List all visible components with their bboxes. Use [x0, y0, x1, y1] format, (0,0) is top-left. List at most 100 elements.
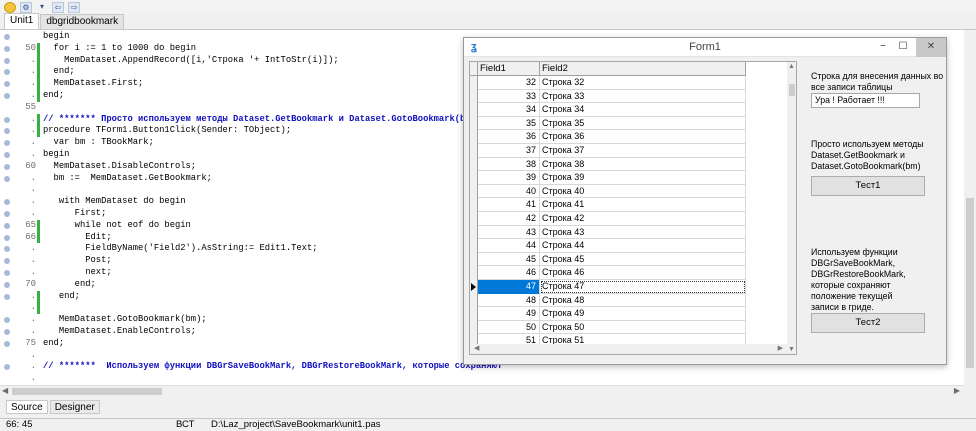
cell-field2[interactable]: Строка 35 [540, 116, 746, 131]
table-row[interactable]: 35 Строка 35 [470, 116, 746, 131]
cell-field1[interactable]: 33 [478, 89, 540, 104]
breakpoint-dot-icon[interactable] [4, 329, 10, 335]
code-line[interactable]: MemDataset.AppendRecord([i,'Строка '+ In… [43, 55, 339, 66]
cell-field1[interactable]: 44 [478, 239, 540, 253]
breakpoint-dot-icon[interactable] [4, 34, 10, 40]
column-header-field1[interactable]: Field1 [478, 62, 540, 76]
code-line[interactable]: procedure TForm1.Button1Click(Sender: TO… [43, 125, 291, 136]
table-row[interactable]: 38 Строка 38 [470, 157, 746, 172]
code-line[interactable]: Post; [43, 255, 111, 266]
code-line[interactable]: while not eof do begin [43, 220, 191, 231]
breakpoint-dot-icon[interactable] [4, 45, 10, 52]
cell-field2[interactable]: Строка 32 [540, 76, 746, 90]
grid-vertical-scrollbar[interactable]: ▲ ▼ [787, 62, 796, 354]
row-indicator[interactable] [470, 239, 478, 253]
cell-field1[interactable]: 38 [478, 157, 540, 172]
scroll-right-icon[interactable]: ▶ [778, 344, 783, 352]
row-indicator[interactable] [470, 280, 478, 294]
tab-source[interactable]: Source [6, 400, 48, 414]
run-icon[interactable] [4, 1, 16, 13]
cell-field2[interactable]: Строка 33 [540, 89, 746, 104]
cell-field1[interactable]: 34 [478, 103, 540, 117]
row-indicator[interactable] [470, 130, 478, 144]
maximize-button[interactable]: ☐ [892, 38, 914, 57]
gear-icon[interactable]: ⚙ [20, 1, 32, 13]
row-indicator[interactable] [470, 320, 478, 335]
row-indicator[interactable] [470, 212, 478, 226]
code-line[interactable]: First; [43, 208, 107, 219]
cell-field1[interactable]: 32 [478, 76, 540, 90]
form-title-bar[interactable]: ʓ Form1 − ☐ ✕ [464, 38, 946, 57]
code-line[interactable]: MemDataset.First; [43, 78, 144, 89]
table-row[interactable]: 45 Строка 45 [470, 252, 746, 267]
table-row[interactable]: 50 Строка 50 [470, 320, 746, 335]
tab-unit1[interactable]: Unit1 [4, 13, 40, 29]
tab-designer[interactable]: Designer [49, 400, 100, 414]
breakpoint-dot-icon[interactable] [4, 199, 10, 206]
cell-field2[interactable]: Строка 46 [540, 266, 746, 280]
cell-field2[interactable]: Строка 47 [540, 280, 746, 294]
cell-field1[interactable]: 46 [478, 266, 540, 280]
row-indicator[interactable] [470, 171, 478, 185]
cell-field2[interactable]: Строка 40 [540, 184, 746, 199]
breakpoint-dot-icon[interactable] [4, 234, 10, 241]
code-line[interactable]: next; [43, 267, 111, 278]
cell-field1[interactable]: 35 [478, 116, 540, 131]
forward-arrow-icon[interactable]: ⇨ [68, 1, 80, 13]
code-line[interactable]: with MemDataset do begin [43, 196, 186, 207]
cell-field1[interactable]: 50 [478, 320, 540, 335]
breakpoint-dot-icon[interactable] [4, 364, 10, 371]
table-row[interactable]: 36 Строка 36 [470, 130, 746, 144]
row-indicator[interactable] [470, 103, 478, 117]
table-row[interactable]: 46 Строка 46 [470, 266, 746, 280]
row-indicator[interactable] [470, 89, 478, 104]
cell-field2[interactable]: Строка 44 [540, 239, 746, 253]
row-indicator[interactable] [470, 76, 478, 90]
scrollbar-thumb[interactable] [789, 84, 795, 96]
table-row[interactable]: 43 Строка 43 [470, 225, 746, 240]
breakpoint-dot-icon[interactable] [4, 93, 10, 99]
table-row[interactable]: 34 Строка 34 [470, 103, 746, 117]
cell-field1[interactable]: 49 [478, 307, 540, 321]
cell-field1[interactable]: 39 [478, 171, 540, 185]
cell-field2[interactable]: Строка 42 [540, 212, 746, 226]
code-line[interactable]: end; [43, 66, 75, 77]
cell-field1[interactable]: 41 [478, 198, 540, 212]
code-line[interactable]: end; [43, 338, 64, 349]
cell-field1[interactable]: 37 [478, 144, 540, 158]
breakpoint-dot-icon[interactable] [4, 128, 10, 135]
code-line[interactable]: FieldByName('Field2').AsString:= Edit1.T… [43, 243, 317, 254]
editor-vertical-scrollbar[interactable] [964, 30, 976, 385]
cell-field1[interactable]: 43 [478, 225, 540, 240]
row-indicator[interactable] [470, 225, 478, 240]
row-indicator[interactable] [470, 252, 478, 267]
cell-field2[interactable]: Строка 36 [540, 130, 746, 144]
breakpoint-dot-icon[interactable] [4, 317, 10, 324]
breakpoint-dot-icon[interactable] [4, 69, 10, 76]
table-row[interactable]: 32 Строка 32 [470, 76, 746, 90]
cell-field2[interactable]: Строка 39 [540, 171, 746, 185]
tab-dbgridbookmark[interactable]: dbgridbookmark [40, 14, 125, 29]
breakpoint-dot-icon[interactable] [4, 81, 10, 88]
back-arrow-icon[interactable]: ⇦ [52, 1, 64, 13]
row-indicator[interactable] [470, 293, 478, 308]
cell-field2[interactable]: Строка 38 [540, 157, 746, 172]
cell-field2[interactable]: Строка 45 [540, 252, 746, 267]
cell-field2[interactable]: Строка 34 [540, 103, 746, 117]
chevron-down-icon[interactable]: ▾ [36, 2, 48, 13]
column-header-field2[interactable]: Field2 [540, 62, 746, 76]
table-row[interactable]: 48 Строка 48 [470, 293, 746, 308]
breakpoint-dot-icon[interactable] [4, 116, 10, 123]
cell-field1[interactable]: 42 [478, 212, 540, 226]
row-indicator[interactable] [470, 198, 478, 212]
code-line[interactable]: end; [43, 291, 80, 302]
breakpoint-dot-icon[interactable] [4, 246, 10, 253]
code-line[interactable]: end; [43, 279, 96, 290]
breakpoint-dot-icon[interactable] [4, 293, 10, 300]
scroll-up-icon[interactable]: ▲ [788, 63, 795, 70]
code-line[interactable]: for i := 1 to 1000 do begin [43, 43, 197, 54]
scrollbar-thumb[interactable] [12, 388, 162, 395]
breakpoint-dot-icon[interactable] [4, 270, 10, 276]
scroll-left-icon[interactable]: ◀ [474, 344, 479, 352]
row-indicator[interactable] [470, 184, 478, 199]
